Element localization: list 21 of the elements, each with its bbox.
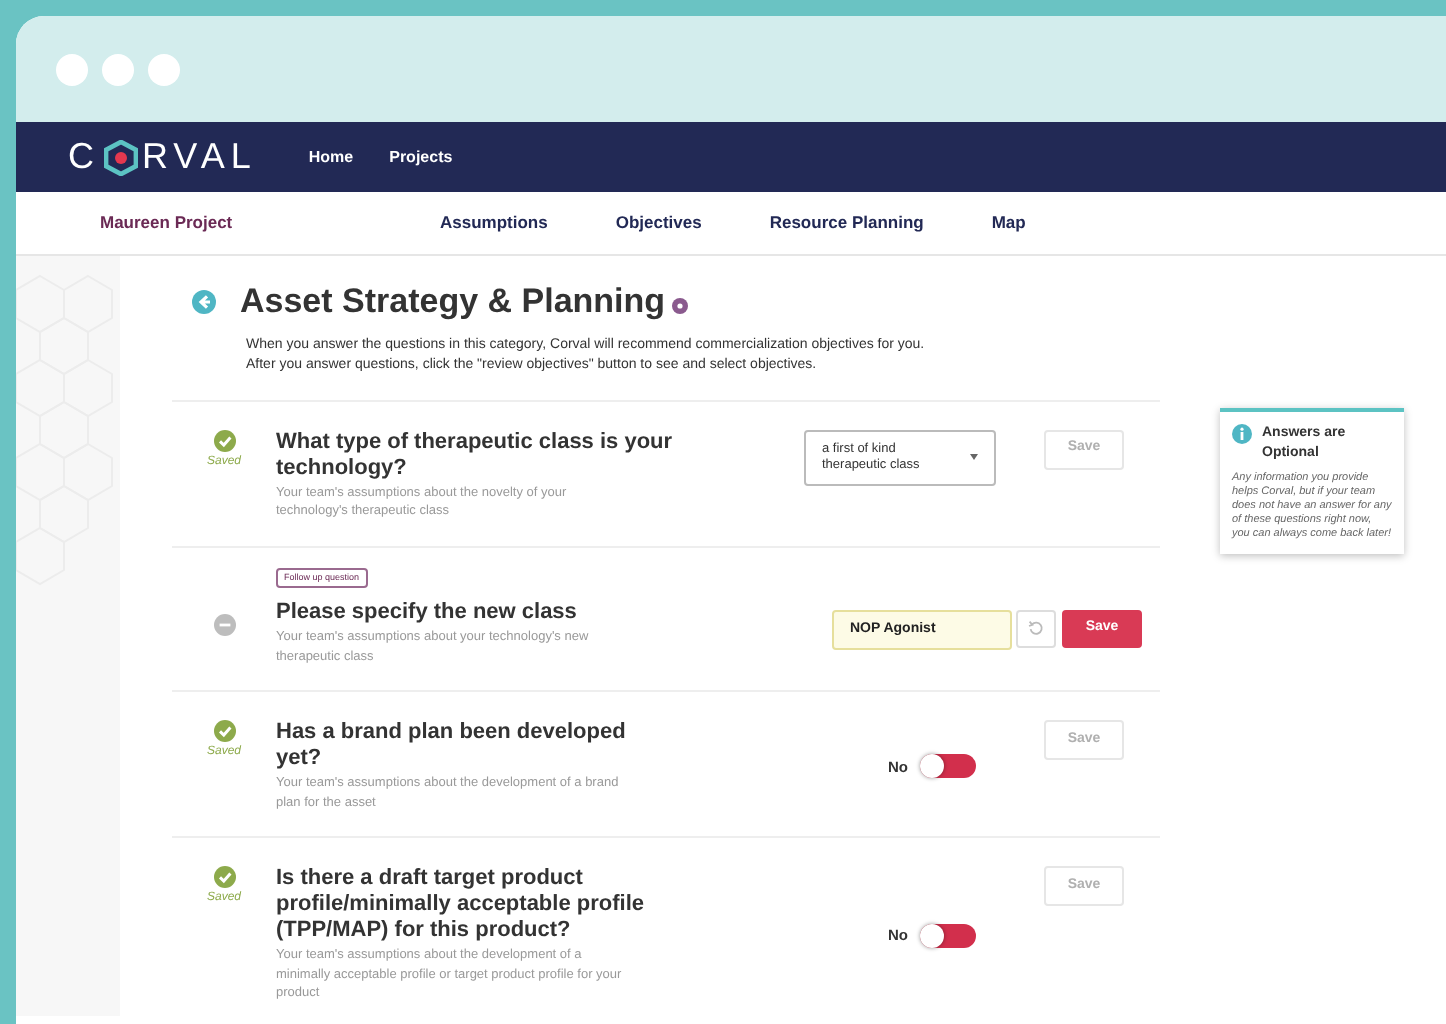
nav-tab[interactable]: Resource Planning: [769, 210, 924, 236]
help-icon[interactable]: [671, 297, 688, 314]
logo-letter: C: [68, 134, 100, 180]
caret-icon: [970, 454, 978, 460]
logo-text: RVAL: [142, 134, 257, 180]
hexagon-logo-icon: [104, 139, 138, 175]
question-title: Has a brand plan been developed yet?: [276, 720, 628, 773]
nav-tab[interactable]: Assumptions: [440, 210, 548, 236]
undo-icon: [1028, 620, 1044, 636]
project-name[interactable]: Maureen Project: [100, 210, 440, 236]
question-title: Is there a draft target product profile/minimally acceptable profile (TPP/MAP) for this product?: [276, 866, 646, 945]
info-icon: [1232, 424, 1252, 444]
toggle-switch[interactable]: [920, 923, 976, 947]
question-title: Please specify the new class: [276, 600, 579, 627]
nav-link[interactable]: Home: [308, 145, 354, 169]
page-title: Asset Strategy & Planning: [240, 280, 666, 324]
nav-tab[interactable]: Map: [991, 210, 1026, 236]
question-title: What type of therapeutic class is your technology?: [276, 429, 675, 481]
nav-link[interactable]: Projects: [389, 145, 453, 169]
nav-tab[interactable]: Objectives: [615, 210, 702, 236]
toggle-switch[interactable]: [920, 754, 976, 779]
